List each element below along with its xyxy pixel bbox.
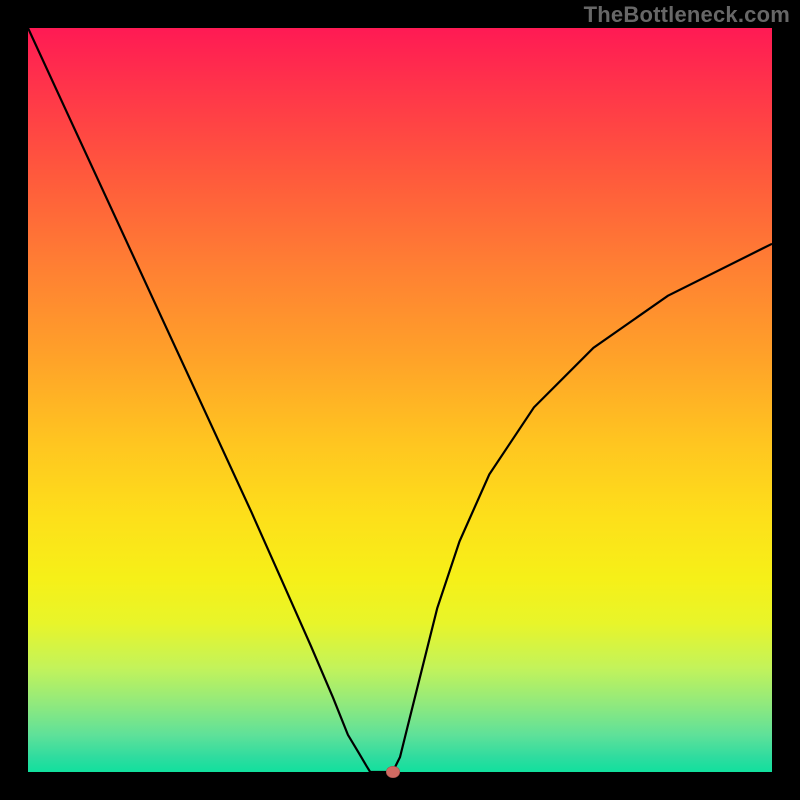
bottleneck-curve: [28, 28, 772, 772]
minimum-marker-dot: [386, 766, 400, 778]
curve-path: [28, 28, 772, 772]
plot-area: [28, 28, 772, 772]
chart-frame: TheBottleneck.com: [0, 0, 800, 800]
watermark-text: TheBottleneck.com: [584, 2, 790, 28]
